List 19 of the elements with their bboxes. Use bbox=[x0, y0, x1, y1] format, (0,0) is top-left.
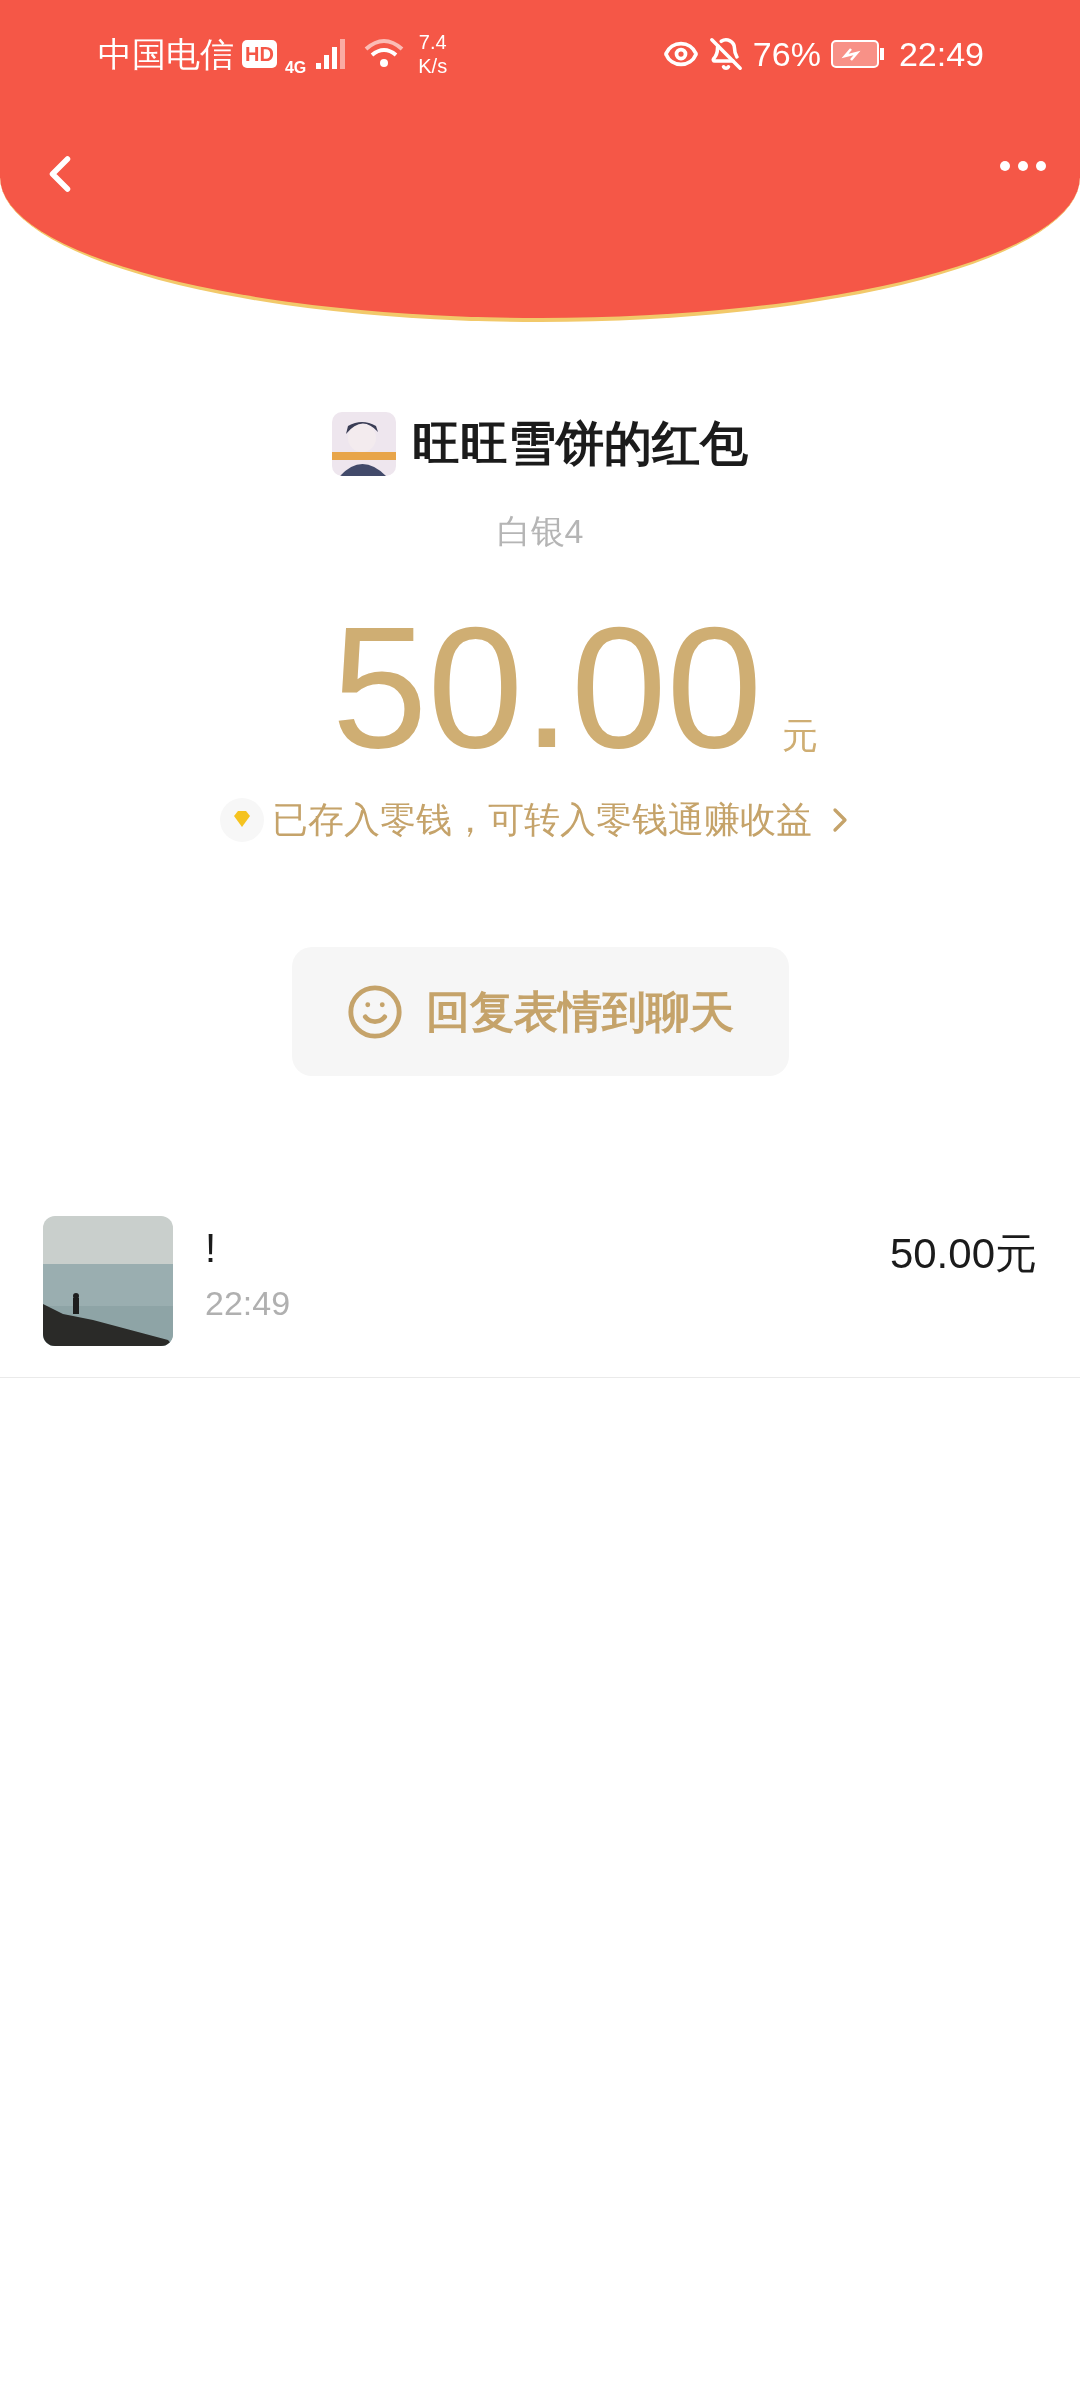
battery-percent: 76% bbox=[752, 33, 821, 75]
record-time: 22:49 bbox=[205, 1283, 291, 1324]
level-label: 白银4 bbox=[496, 511, 584, 552]
smiley-icon bbox=[346, 982, 404, 1041]
network-type: 4G bbox=[284, 58, 307, 78]
amount-value: 50.00 bbox=[331, 601, 763, 773]
currency-unit: 元 bbox=[782, 714, 819, 758]
clock-time: 22:49 bbox=[898, 33, 984, 75]
record-amount: 50.00元 bbox=[889, 1229, 1037, 1279]
reply-emoji-button[interactable]: 回复表情到聊天 bbox=[291, 947, 789, 1076]
packet-title: 旺旺雪饼的红包 bbox=[412, 416, 748, 472]
speed-unit: K/s bbox=[418, 54, 448, 78]
record-message: ! bbox=[205, 1225, 218, 1272]
bell-off-icon bbox=[708, 37, 743, 71]
carrier-name: 中国电信 bbox=[98, 33, 234, 75]
hd-badge: HD bbox=[242, 40, 277, 68]
speed-value: 7.4 bbox=[418, 30, 447, 54]
notice-link[interactable]: 已存入零钱，可转入零钱通赚收益 bbox=[220, 793, 860, 847]
battery-icon bbox=[830, 40, 885, 68]
